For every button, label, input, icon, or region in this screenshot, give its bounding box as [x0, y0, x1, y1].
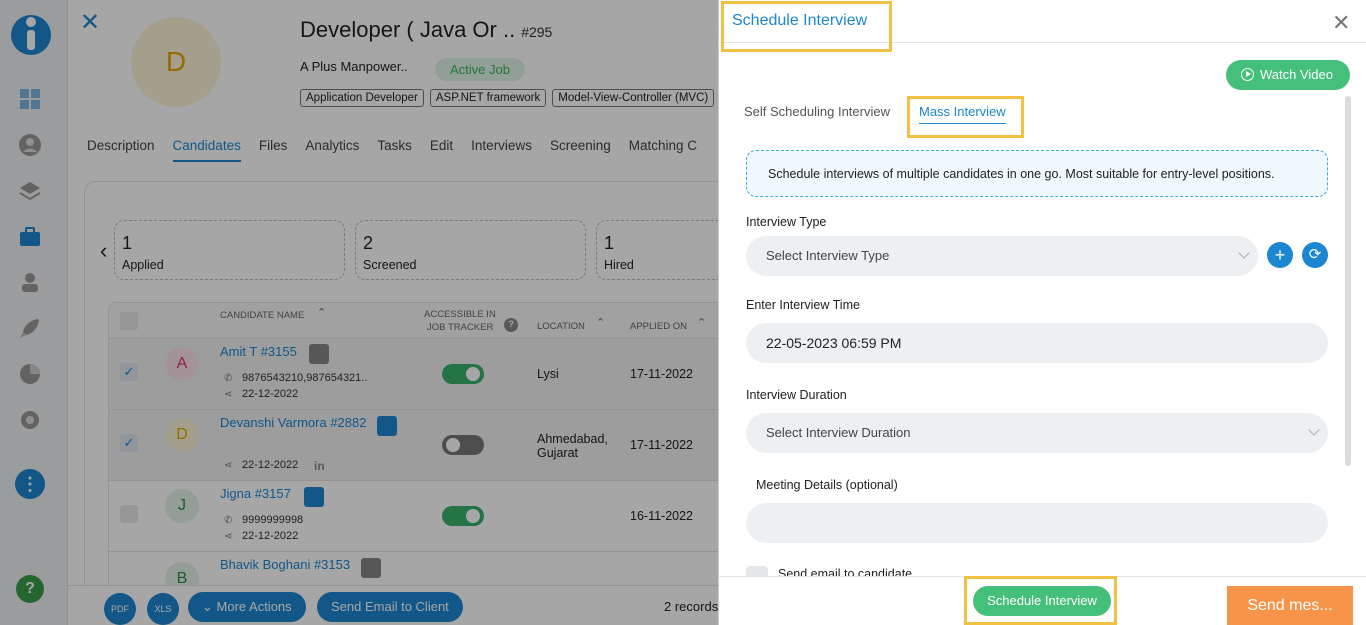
interview-type-select[interactable]: Select Interview Type — [746, 236, 1258, 276]
interview-time-label: Enter Interview Time — [746, 298, 860, 312]
meeting-details-input[interactable] — [746, 503, 1328, 543]
play-icon — [1241, 68, 1254, 81]
schedule-interview-drawer: Schedule Interview ✕ Watch Video Self Sc… — [718, 0, 1366, 625]
interview-type-label: Interview Type — [746, 215, 827, 229]
watch-video-button[interactable]: Watch Video — [1226, 60, 1350, 90]
chevron-down-icon — [1308, 424, 1320, 436]
interview-duration-label: Interview Duration — [746, 388, 847, 402]
interview-type-placeholder: Select Interview Type — [766, 248, 890, 263]
scrollbar[interactable] — [1345, 96, 1351, 466]
meeting-details-label: Meeting Details (optional) — [756, 478, 898, 492]
interview-time-input[interactable]: 22-05-2023 06:59 PM — [746, 323, 1328, 363]
interview-duration-select[interactable]: Select Interview Duration — [746, 413, 1328, 453]
chevron-down-icon — [1238, 247, 1250, 259]
info-callout: Schedule interviews of multiple candidat… — [746, 150, 1328, 197]
interview-duration-placeholder: Select Interview Duration — [766, 425, 911, 440]
watch-video-label: Watch Video — [1260, 67, 1333, 82]
close-icon[interactable]: ✕ — [1332, 10, 1350, 36]
highlight-box — [964, 576, 1117, 625]
add-icon[interactable]: + — [1267, 242, 1293, 268]
modal-backdrop[interactable] — [0, 0, 718, 625]
tab-self-scheduling[interactable]: Self Scheduling Interview — [744, 104, 890, 119]
refresh-icon[interactable]: ⟳ — [1302, 242, 1328, 268]
highlight-box — [721, 1, 892, 52]
send-message-button[interactable]: Send mes... — [1227, 586, 1353, 625]
highlight-box — [907, 96, 1024, 138]
